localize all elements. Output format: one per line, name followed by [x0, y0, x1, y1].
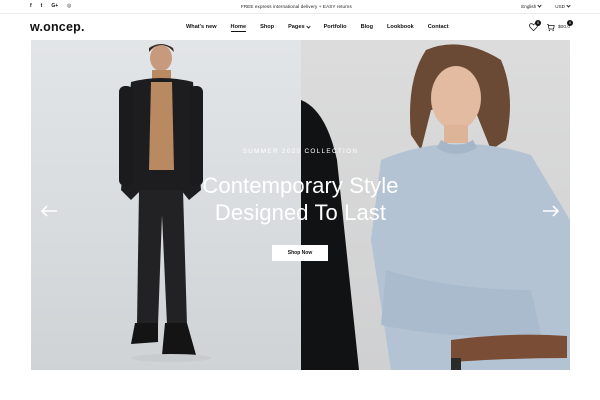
nav-label: Pages [288, 24, 305, 30]
promo-text: FREE express international delivery + EA… [240, 4, 352, 9]
hero-subtitle: SUMMER 2020 COLLECTION [242, 148, 359, 155]
main-nav: What's new Home Shop Pages Portfolio Blo… [186, 14, 449, 40]
nav-item-lookbook[interactable]: Lookbook [387, 24, 414, 30]
top-bar: f t G+ ◎ FREE express international deli… [0, 0, 600, 14]
hero-title-line-2: Designed To Last [214, 200, 387, 225]
nav-item-contact[interactable]: Contact [428, 24, 449, 30]
arrow-left-icon[interactable] [40, 205, 58, 217]
header: w.oncep. What's new Home Shop Pages Port… [0, 14, 600, 40]
social-links: f t G+ ◎ [30, 4, 72, 9]
wishlist-button[interactable]: 0 [529, 20, 541, 31]
chevron-down-icon [305, 23, 311, 29]
language-label: English [521, 4, 537, 9]
chevron-down-icon [566, 3, 571, 8]
language-select[interactable]: English [521, 3, 542, 9]
instagram-icon[interactable]: ◎ [67, 4, 71, 9]
nav-label: Lookbook [387, 24, 414, 30]
cart-icon [547, 23, 555, 31]
currency-select[interactable]: USD [555, 3, 571, 9]
nav-label: Shop [260, 24, 275, 30]
nav-label: What's new [186, 24, 217, 30]
page: f t G+ ◎ FREE express international deli… [0, 0, 600, 400]
nav-item-shop[interactable]: Shop [260, 24, 274, 30]
nav-label: Blog [360, 24, 373, 30]
twitter-icon[interactable]: t [41, 4, 43, 9]
topbar-selectors: English USD [521, 3, 571, 9]
nav-item-pages[interactable]: Pages [288, 23, 311, 30]
nav-item-blog[interactable]: Blog [361, 24, 373, 30]
nav-label: Contact [427, 24, 449, 30]
header-icons: 0 0 $00.0 [529, 14, 573, 40]
hero-title: Contemporary Style Designed To Last [31, 172, 570, 226]
nav-item-portfolio[interactable]: Portfolio [324, 24, 347, 30]
wishlist-count-badge: 0 [534, 20, 541, 26]
logo[interactable]: w.oncep. [30, 20, 85, 34]
hero-slider: SUMMER 2020 COLLECTION Contemporary Styl… [31, 40, 570, 370]
nav-item-home[interactable]: Home [230, 24, 247, 32]
hero-title-line-1: Contemporary Style [202, 173, 399, 198]
arrow-right-icon[interactable] [542, 205, 560, 217]
shop-now-button[interactable]: Shop Now [272, 245, 328, 261]
nav-item-whats-new[interactable]: What's new [186, 24, 217, 30]
currency-label: USD [555, 4, 565, 9]
cart-count-badge: 0 [567, 19, 573, 26]
cart-button[interactable]: 0 $00.0 [546, 19, 573, 32]
chevron-down-icon [537, 3, 542, 8]
facebook-icon[interactable]: f [30, 4, 32, 9]
nav-label: Home [230, 24, 247, 30]
google-plus-icon[interactable]: G+ [51, 4, 58, 9]
nav-label: Portfolio [323, 24, 347, 30]
